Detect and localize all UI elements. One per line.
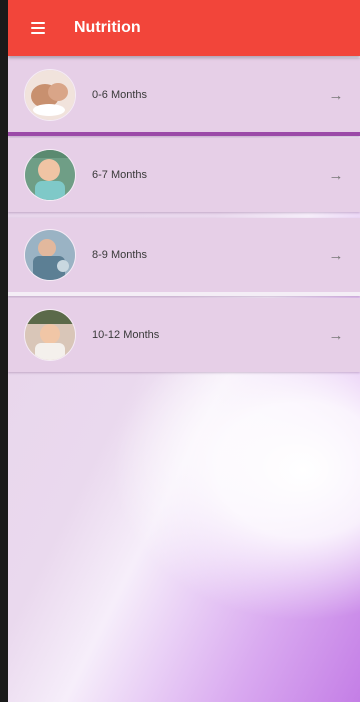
list-item-8-9-months[interactable]: 8-9 Months → — [8, 218, 360, 296]
list-item-0-6-months[interactable]: 0-6 Months → — [8, 58, 360, 136]
list-item-10-12-months[interactable]: 10-12 Months → — [8, 298, 360, 372]
list-item-label: 8-9 Months — [92, 249, 148, 261]
baby-avatar-8-9 — [24, 229, 76, 281]
arrow-right-icon: → — [328, 246, 344, 264]
app-screen: Nutrition 0-6 Months → 6-7 Months → 8-9 … — [8, 0, 360, 702]
baby-avatar-0-6 — [24, 69, 76, 121]
baby-avatar-6-7 — [24, 149, 76, 201]
list-item-label: 10-12 Months — [92, 329, 160, 341]
arrow-right-icon: → — [328, 86, 344, 104]
arrow-right-icon: → — [328, 166, 344, 184]
age-group-list: 0-6 Months → 6-7 Months → 8-9 Months → 1… — [8, 58, 360, 378]
list-item-6-7-months[interactable]: 6-7 Months → — [8, 138, 360, 212]
list-item-label: 0-6 Months — [92, 89, 148, 101]
baby-avatar-10-12 — [24, 309, 76, 361]
page-title: Nutrition — [74, 19, 141, 36]
arrow-right-icon: → — [328, 326, 344, 344]
list-item-label: 6-7 Months — [92, 169, 148, 181]
hamburger-menu-icon[interactable] — [18, 0, 58, 56]
app-bar: Nutrition — [8, 0, 360, 56]
